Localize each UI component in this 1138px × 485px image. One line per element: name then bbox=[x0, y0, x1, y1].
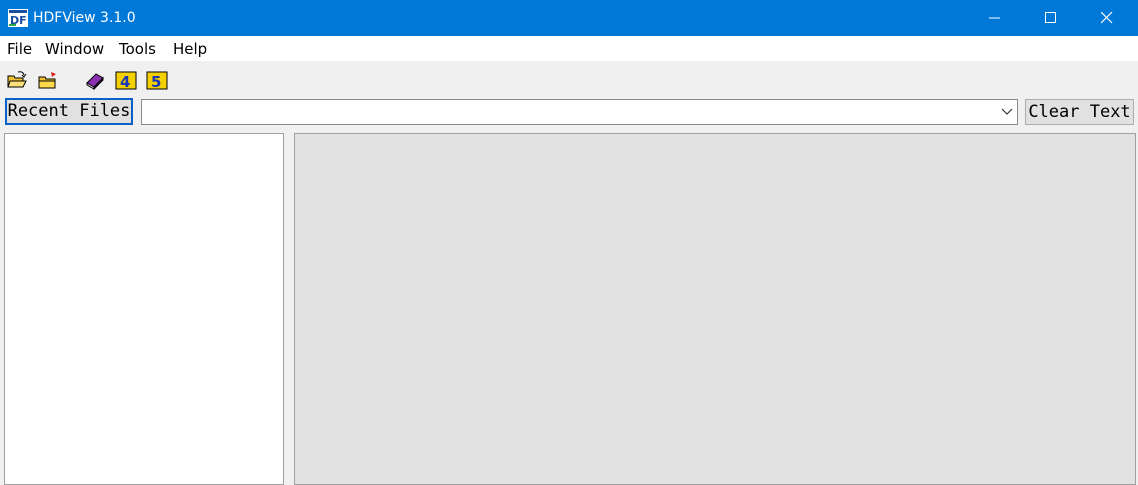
menu-file[interactable]: File bbox=[7, 40, 32, 58]
hdf-logo-icon: DF bbox=[8, 9, 28, 27]
file-path-input[interactable] bbox=[142, 100, 992, 124]
title-bar: DF HDFView 3.1.0 bbox=[0, 0, 1138, 36]
chevron-down-icon[interactable] bbox=[1001, 108, 1013, 116]
svg-text:4: 4 bbox=[120, 73, 130, 91]
menu-tools[interactable]: Tools bbox=[119, 40, 156, 58]
clear-text-button[interactable]: Clear Text bbox=[1025, 99, 1134, 125]
window-title: HDFView 3.1.0 bbox=[33, 10, 136, 26]
maximize-button[interactable] bbox=[1028, 0, 1074, 36]
file-path-combobox[interactable] bbox=[141, 99, 1018, 125]
recent-files-button[interactable]: Recent Files bbox=[5, 98, 133, 125]
menu-help[interactable]: Help bbox=[173, 40, 207, 58]
minimize-icon bbox=[989, 17, 1000, 19]
toolbar: 4 5 bbox=[0, 61, 1138, 97]
open-readonly-folder-icon[interactable] bbox=[37, 69, 59, 91]
users-guide-book-icon[interactable] bbox=[84, 69, 106, 91]
minimize-button[interactable] bbox=[972, 0, 1018, 36]
hdf5-library-icon[interactable]: 5 bbox=[146, 69, 168, 91]
file-tree-pane[interactable] bbox=[4, 133, 284, 485]
hdf4-library-icon[interactable]: 4 bbox=[115, 69, 137, 91]
maximize-icon bbox=[1045, 12, 1056, 23]
menu-bar: File Window Tools Help bbox=[0, 36, 1138, 61]
svg-text:5: 5 bbox=[151, 73, 161, 91]
close-button[interactable] bbox=[1084, 0, 1130, 36]
close-icon bbox=[1101, 12, 1113, 24]
content-pane[interactable] bbox=[294, 133, 1136, 485]
menu-window[interactable]: Window bbox=[45, 40, 104, 58]
open-folder-icon[interactable] bbox=[6, 69, 28, 91]
